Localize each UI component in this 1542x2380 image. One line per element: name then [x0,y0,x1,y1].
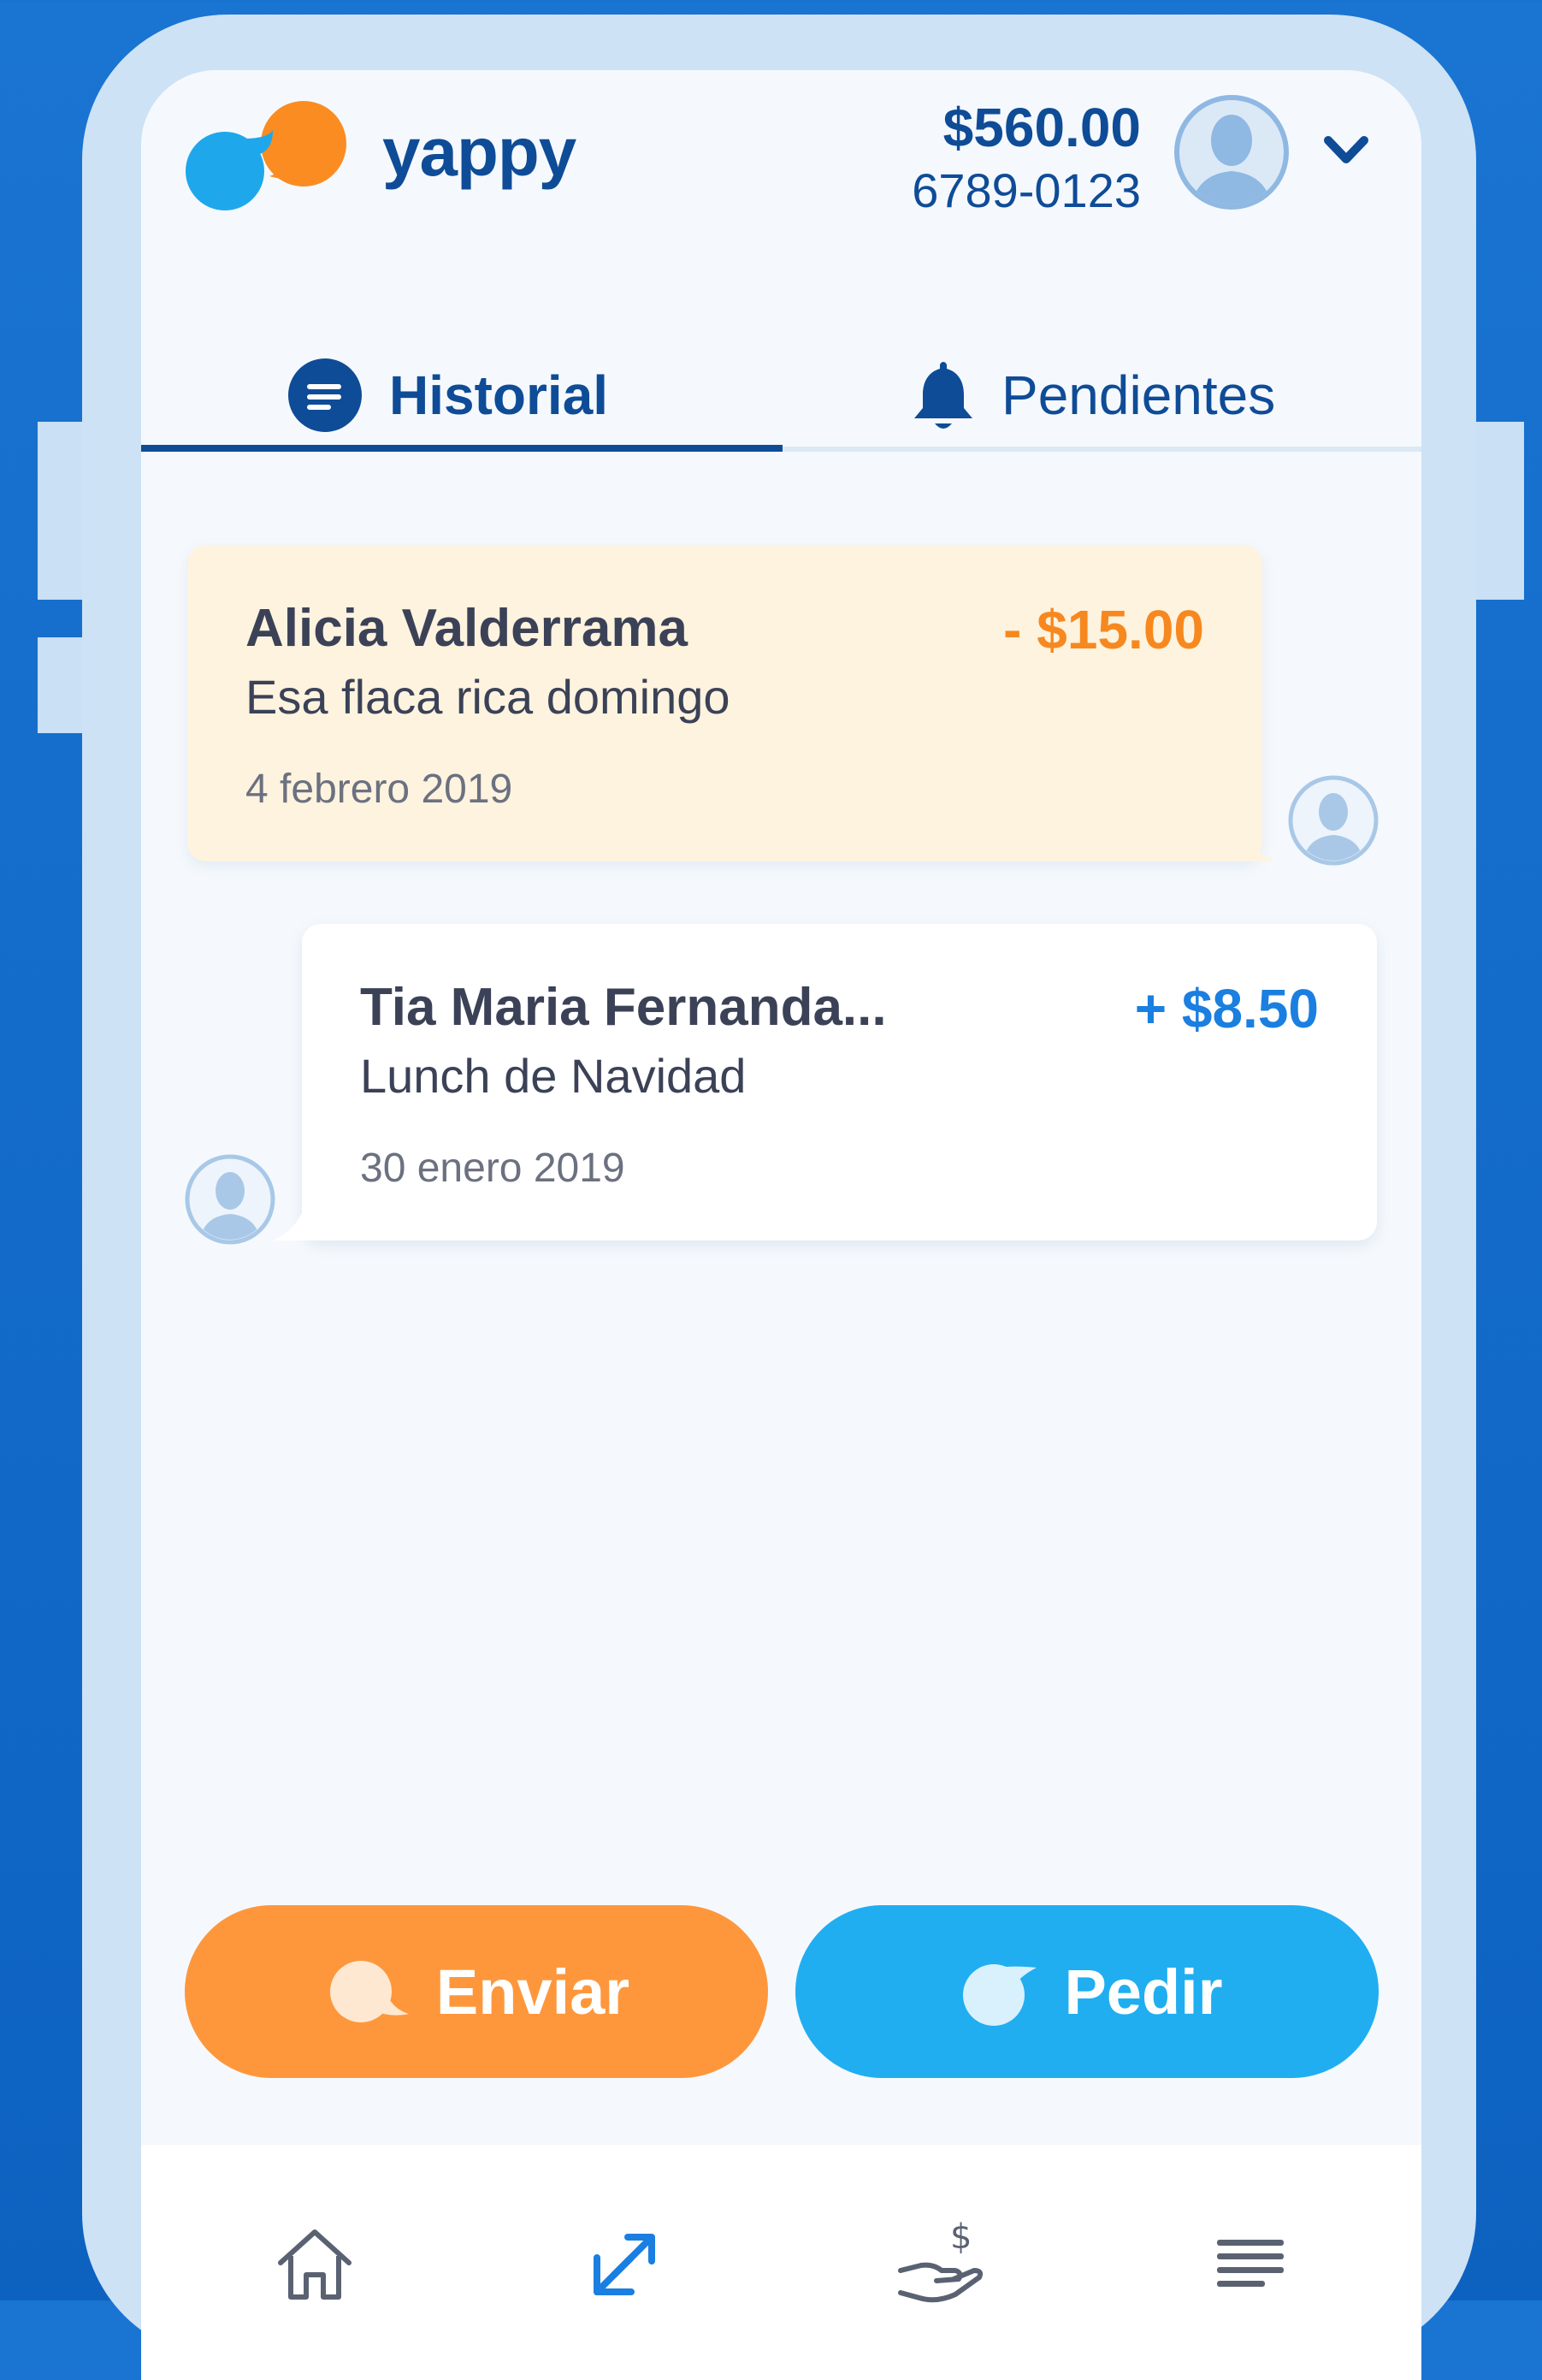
bubble-tail-icon [273,1209,321,1240]
home-icon [278,2229,352,2300]
transaction-description: Esa flaca rica domingo [245,670,730,724]
transaction-name: Alicia Valderrama [245,599,688,658]
volume-up-button [38,422,86,600]
nav-payments[interactable]: $ [889,2213,992,2316]
request-button-label: Pedir [1064,1956,1223,2028]
power-button [1473,422,1524,600]
tab-historial-label: Historial [389,364,609,426]
profile-avatar-icon[interactable] [1172,92,1291,212]
transaction-description: Lunch de Navidad [360,1049,747,1103]
list-circle-icon [288,358,362,432]
transfer-arrows-icon [594,2234,655,2295]
bubble-tail-icon [1227,830,1275,861]
nav-menu[interactable] [1199,2213,1302,2316]
tab-pendientes[interactable]: Pendientes [911,331,1275,459]
nav-home[interactable] [263,2213,366,2316]
app-header: yappy $560.00 6789-0123 [141,70,1421,327]
menu-lines-icon [1217,2240,1284,2287]
brand-name: yappy [382,114,576,190]
account-balance: $560.00 [942,97,1141,158]
hand-dollar-icon: $ [898,2217,984,2303]
contact-avatar-icon [1288,775,1379,866]
tab-historial[interactable]: Historial [287,331,608,459]
app-screen: yappy $560.00 6789-0123 Historial Pendie… [141,70,1421,2380]
bell-icon [914,362,972,429]
tab-pendientes-label: Pendientes [1001,364,1276,426]
request-bubble-icon [963,1964,1037,2026]
account-phone: 6789-0123 [912,163,1141,217]
transaction-amount: + $8.50 [1134,978,1319,1039]
transaction-date: 4 febrero 2019 [245,767,513,812]
volume-down-button [38,637,86,733]
transaction-card[interactable]: Tia Maria Fernanda... + $8.50 Lunch de N… [302,924,1377,1240]
contact-avatar-icon [185,1154,275,1245]
transaction-card[interactable]: Alicia Valderrama - $15.00 Esa flaca ric… [187,545,1262,861]
transaction-date: 30 enero 2019 [360,1146,625,1191]
bottom-navigation: $ [141,2145,1421,2380]
tab-bar: Historial Pendientes [141,331,1421,459]
send-bubble-icon [329,1961,409,2022]
transaction-name: Tia Maria Fernanda... [360,978,887,1037]
nav-transfers[interactable] [573,2213,676,2316]
send-button-label: Enviar [435,1956,630,2028]
yappy-logo-icon [186,101,346,210]
transaction-amount: - $15.00 [1003,599,1204,660]
chevron-down-icon[interactable] [1321,132,1371,169]
request-button[interactable]: Pedir [795,1905,1379,2078]
svg-text:$: $ [950,2217,972,2257]
send-button[interactable]: Enviar [185,1905,768,2078]
active-tab-indicator [141,445,783,452]
